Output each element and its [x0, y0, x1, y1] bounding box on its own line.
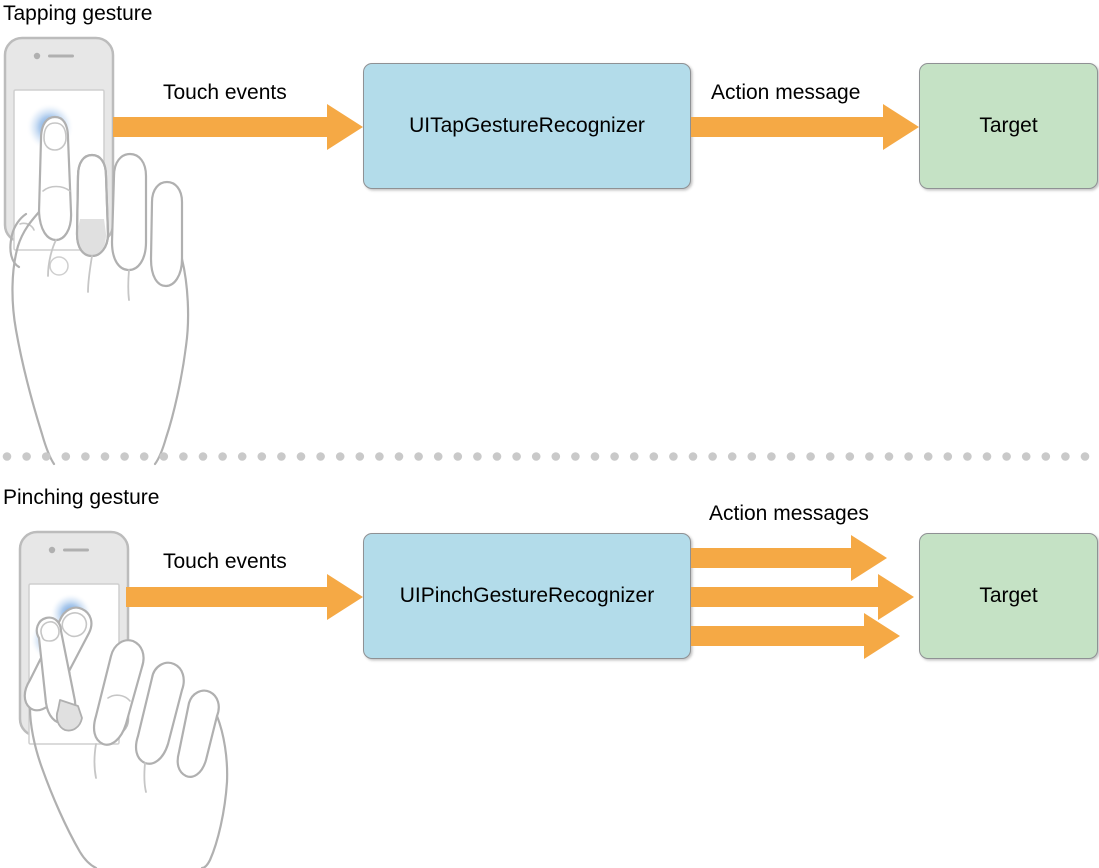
action-message-arrow-2 [691, 574, 914, 620]
touch-events-label-tapping: Touch events [163, 81, 287, 104]
recognizer-label-tapping: UITapGestureRecognizer [409, 114, 645, 137]
target-box-tapping[interactable]: Target [919, 63, 1098, 189]
section-divider [2, 452, 1090, 461]
section-title-tapping: Tapping gesture [3, 2, 153, 25]
section-title-pinching: Pinching gesture [3, 486, 160, 509]
recognizer-box-pinching[interactable]: UIPinchGestureRecognizer [363, 533, 691, 659]
action-messages-label-pinching: Action messages [709, 502, 869, 525]
touch-events-arrow-pinching [126, 574, 363, 620]
diagram-canvas: Tapping gesture Touch events UITapGestur… [0, 0, 1099, 868]
touch-events-arrow-tapping [113, 104, 363, 150]
recognizer-box-tapping[interactable]: UITapGestureRecognizer [363, 63, 691, 189]
action-messages-arrows-pinching [691, 535, 914, 659]
target-label-pinching: Target [979, 584, 1038, 607]
action-message-arrow-tapping [691, 104, 919, 150]
target-label-tapping: Target [979, 114, 1038, 137]
action-message-label-tapping: Action message [711, 81, 861, 104]
target-box-pinching[interactable]: Target [919, 533, 1098, 659]
action-message-arrow-3 [691, 613, 900, 659]
touch-events-label-pinching: Touch events [163, 550, 287, 573]
action-message-arrow-1 [691, 535, 887, 581]
recognizer-label-pinching: UIPinchGestureRecognizer [399, 584, 655, 607]
